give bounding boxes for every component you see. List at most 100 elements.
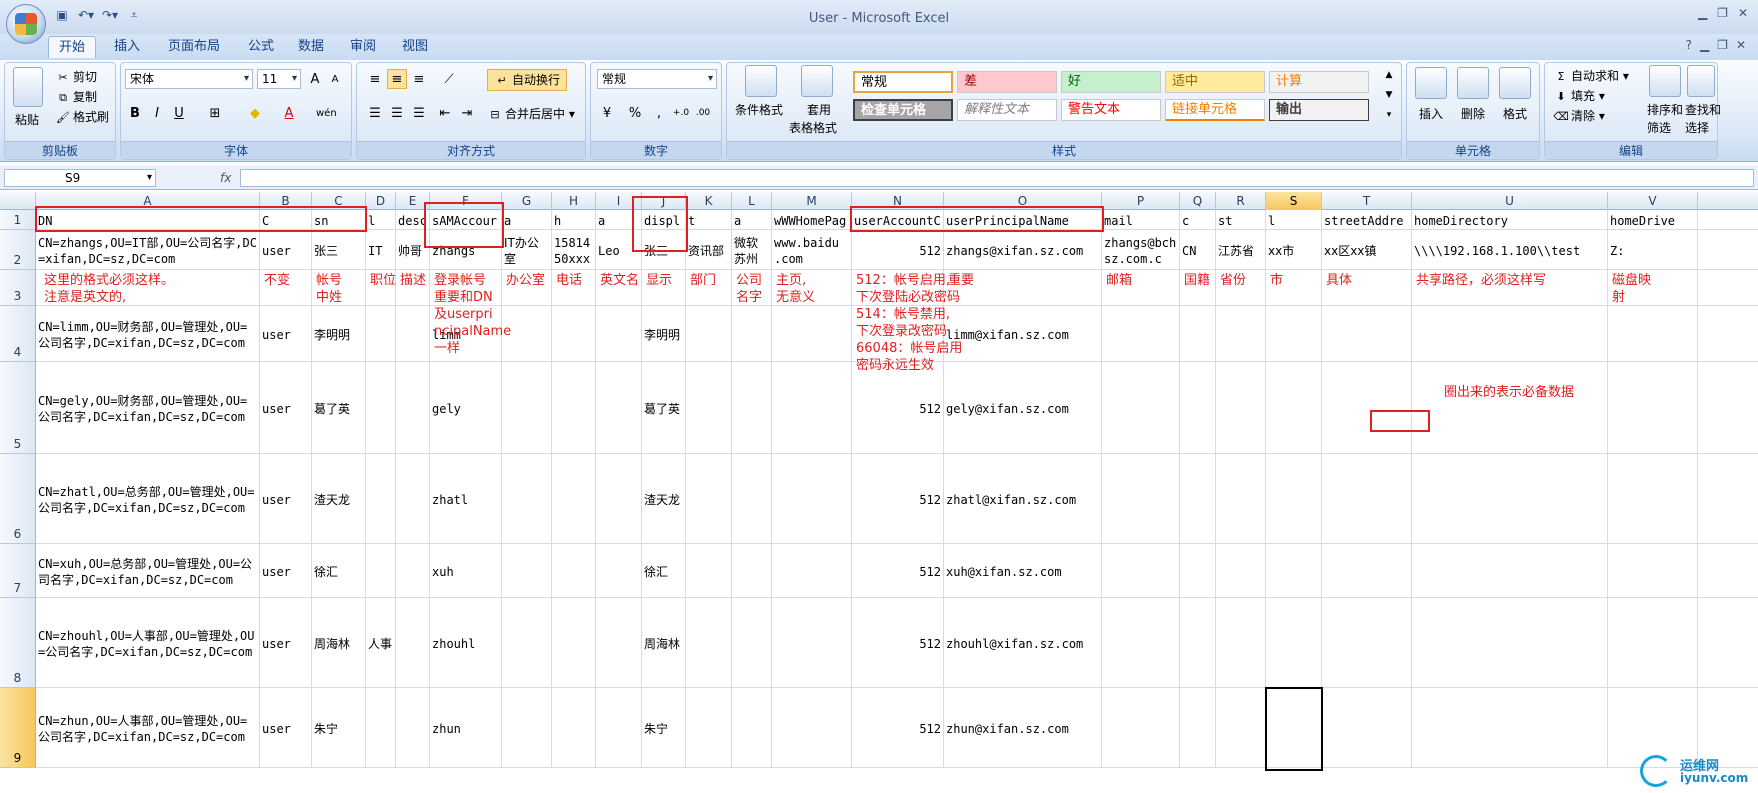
cell-c4[interactable]: 李明明 (314, 308, 363, 361)
ribbon-close-icon[interactable]: ✕ (1736, 38, 1746, 52)
column-header-p[interactable]: P (1102, 192, 1180, 210)
cell-o7[interactable]: xuh@xifan.sz.com (946, 546, 1099, 597)
cell-q1[interactable]: c (1182, 212, 1213, 229)
cell-a8[interactable]: CN=zhouhl,OU=人事部,OU=管理处,OU=公司名字,DC=xifan… (38, 600, 257, 687)
decrease-indent-icon[interactable]: ⇤ (435, 103, 455, 123)
close-icon[interactable]: ✕ (1738, 6, 1748, 20)
row-header-2[interactable]: 2 (0, 230, 36, 270)
cell-style-5[interactable]: 检查单元格 (853, 99, 953, 121)
cell-m2[interactable]: www.baidu .com (774, 232, 849, 269)
cell-j5[interactable]: 葛了英 (644, 364, 683, 453)
cell-style-9[interactable]: 输出 (1269, 99, 1369, 121)
cell-j9[interactable]: 朱宁 (644, 690, 683, 767)
column-header-h[interactable]: H (552, 192, 596, 210)
column-header-u[interactable]: U (1412, 192, 1608, 210)
cell-m1[interactable]: wWWHomePag (774, 212, 849, 229)
cell-n7[interactable]: 512 (854, 546, 941, 597)
sort-filter-button-line2[interactable]: 筛选 (1647, 119, 1671, 136)
column-header-g[interactable]: G (502, 192, 552, 210)
sort-filter-button[interactable]: 排序和 (1647, 101, 1683, 118)
column-header-v[interactable]: V (1608, 192, 1698, 210)
cell-a9[interactable]: CN=zhun,OU=人事部,OU=管理处,OU=公司名字,DC=xifan,D… (38, 690, 257, 767)
cell-j4[interactable]: 李明明 (644, 308, 683, 361)
cell-h2[interactable]: 15814 50xxx (554, 232, 593, 269)
cell-c8[interactable]: 周海林 (314, 600, 363, 687)
cell-b9[interactable]: user (262, 690, 309, 767)
clear-button[interactable]: ⌫ 清除 ▾ (1553, 107, 1605, 125)
cell-v1[interactable]: homeDrive (1610, 212, 1695, 229)
tab-home[interactable]: 开始 (48, 36, 97, 58)
bold-icon[interactable]: B (125, 103, 145, 123)
paste-icon[interactable] (13, 67, 43, 107)
minimize-icon[interactable]: ▁ (1698, 6, 1707, 20)
row-header-1[interactable]: 1 (0, 210, 36, 230)
table-format-button[interactable]: 套用 (807, 101, 831, 118)
insert-cells-button[interactable]: 插入 (1419, 105, 1443, 122)
tab-insert[interactable]: 插入 (104, 36, 150, 58)
find-select-button[interactable]: 查找和 (1685, 101, 1721, 118)
row-header-8[interactable]: 8 (0, 598, 36, 688)
font-color-icon[interactable]: A (279, 103, 299, 123)
border-icon[interactable]: ⊞ (205, 103, 225, 123)
fill-color-icon[interactable]: ◆ (245, 103, 265, 123)
wrap-text-button[interactable]: ↵ 自动换行 (487, 69, 568, 91)
delete-cells-button[interactable]: 删除 (1461, 105, 1485, 122)
cell-b2[interactable]: user (262, 232, 309, 269)
cell-d8[interactable]: 人事 (368, 600, 393, 687)
insert-cells-icon[interactable] (1415, 67, 1447, 99)
cell-d2[interactable]: IT (368, 232, 393, 269)
cell-b8[interactable]: user (262, 600, 309, 687)
percent-icon[interactable]: % (625, 103, 645, 123)
row-header-6[interactable]: 6 (0, 454, 36, 544)
cell-c2[interactable]: 张三 (314, 232, 363, 269)
font-name-combo[interactable]: 宋体 (125, 69, 253, 89)
align-bottom-icon[interactable]: ≡ (409, 69, 429, 89)
cell-d1[interactable]: titl (368, 212, 393, 229)
column-header-r[interactable]: R (1216, 192, 1266, 210)
cell-style-4[interactable]: 计算 (1269, 71, 1369, 93)
align-center-icon[interactable]: ☰ (387, 103, 407, 123)
comma-icon[interactable]: , (649, 103, 669, 123)
column-header-l[interactable]: L (732, 192, 772, 210)
cell-k2[interactable]: 资讯部 (688, 232, 729, 269)
currency-icon[interactable]: ¥ (597, 103, 617, 123)
orientation-icon[interactable]: ⟋ (439, 69, 459, 89)
tab-review[interactable]: 审阅 (340, 36, 386, 58)
column-header-k[interactable]: K (686, 192, 732, 210)
find-select-icon[interactable] (1687, 65, 1715, 97)
column-header-d[interactable]: D (366, 192, 396, 210)
cell-style-6[interactable]: 解释性文本 (957, 99, 1057, 121)
cell-o9[interactable]: zhun@xifan.sz.com (946, 690, 1099, 767)
row-header-7[interactable]: 7 (0, 544, 36, 598)
cell-e1[interactable]: desc (398, 212, 427, 229)
row-header-5[interactable]: 5 (0, 362, 36, 454)
cell-c7[interactable]: 徐汇 (314, 546, 363, 597)
formula-input[interactable] (240, 169, 1754, 187)
fill-button[interactable]: ⬇ 填充 ▾ (1553, 87, 1604, 105)
tab-data[interactable]: 数据 (288, 36, 334, 58)
delete-cells-icon[interactable] (1457, 67, 1489, 99)
merge-center-button[interactable]: ⊟ 合并后居中 ▾ (487, 105, 574, 123)
italic-icon[interactable]: I (147, 103, 167, 123)
cell-n2[interactable]: 512 (854, 232, 941, 269)
tab-view[interactable]: 视图 (392, 36, 438, 58)
cell-j7[interactable]: 徐汇 (644, 546, 683, 597)
cell-s1[interactable]: l (1268, 212, 1319, 229)
cell-e2[interactable]: 帅哥 (398, 232, 427, 269)
cell-style-8[interactable]: 链接单元格 (1165, 99, 1265, 121)
cell-j6[interactable]: 渣天龙 (644, 456, 683, 543)
restore-icon[interactable]: ❐ (1717, 6, 1728, 20)
column-header-m[interactable]: M (772, 192, 852, 210)
cell-o5[interactable]: gely@xifan.sz.com (946, 364, 1099, 453)
cell-t1[interactable]: streetAddre (1324, 212, 1409, 229)
ribbon-restore-icon[interactable]: ❐ (1717, 38, 1728, 52)
cell-r2[interactable]: 江苏省 (1218, 232, 1263, 269)
cell-style-0[interactable]: 常规 (853, 71, 953, 93)
align-left-icon[interactable]: ☰ (365, 103, 385, 123)
sort-filter-icon[interactable] (1649, 65, 1681, 97)
cell-g2[interactable]: IT办公室 (504, 232, 549, 269)
increase-decimal-icon[interactable]: +.0 (671, 103, 691, 123)
conditional-format-button[interactable]: 条件格式 (735, 101, 783, 118)
cell-f6[interactable]: zhatl (432, 456, 499, 543)
cell-n5[interactable]: 512 (854, 364, 941, 453)
